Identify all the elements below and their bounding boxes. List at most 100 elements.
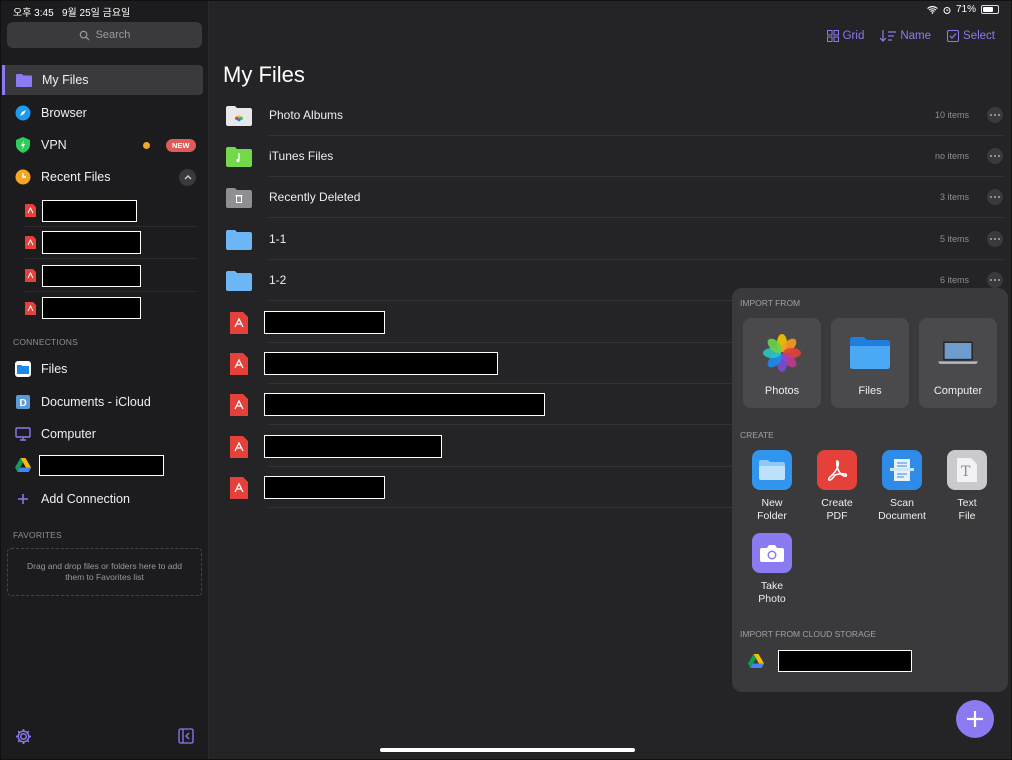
collapse-sidebar-button[interactable] xyxy=(178,728,194,749)
sidebar-item-label: My Files xyxy=(42,73,89,87)
create-header: CREATE xyxy=(740,430,774,440)
files-folder-icon xyxy=(850,337,890,369)
scan-document-button[interactable]: Scan Document xyxy=(870,450,934,523)
import-computer-button[interactable]: Computer xyxy=(919,318,997,408)
status-dot xyxy=(143,141,150,149)
add-connection-button[interactable]: Add Connection xyxy=(1,484,209,514)
camera-icon xyxy=(760,545,784,562)
import-photos-button[interactable]: Photos xyxy=(743,318,821,408)
file-name: Photo Albums xyxy=(269,108,344,122)
item-count: no items xyxy=(934,151,969,161)
file-row-itunes-files[interactable]: iTunes Files no items xyxy=(209,136,1003,177)
redacted-name xyxy=(264,434,442,458)
connections-header: CONNECTIONS xyxy=(13,337,79,347)
redacted-name xyxy=(39,454,164,476)
checkbox-icon xyxy=(947,30,960,42)
sidebar-item-documents-icloud[interactable]: D Documents - iCloud xyxy=(1,387,209,417)
sidebar-item-google-drive[interactable] xyxy=(1,450,209,480)
redacted-name xyxy=(42,199,137,222)
pdf-icon xyxy=(827,460,848,481)
grid-label: Grid xyxy=(842,30,865,42)
status-bar: 오후 3:45 9월 25일 금요일 71% xyxy=(1,1,1011,19)
plus-icon xyxy=(15,491,31,507)
create-label: New Folder xyxy=(757,497,787,522)
import-from-header: IMPORT FROM xyxy=(740,298,801,308)
sidebar-item-label: Add Connection xyxy=(41,492,130,506)
battery-percent: 71% xyxy=(955,4,976,15)
grid-button[interactable]: Grid xyxy=(826,30,865,42)
redacted-name xyxy=(42,264,141,287)
new-badge: NEW xyxy=(166,138,196,152)
sidebar-item-vpn[interactable]: VPN NEW xyxy=(1,130,209,160)
more-options-button[interactable] xyxy=(987,148,1003,164)
pdf-file-icon xyxy=(230,435,248,458)
text-file-button[interactable]: T Text File xyxy=(935,450,999,523)
collapse-button[interactable] xyxy=(179,168,196,186)
home-indicator[interactable] xyxy=(380,748,635,752)
folder-icon xyxy=(226,270,252,291)
file-row-1-1[interactable]: 1-1 5 items xyxy=(209,219,1003,260)
import-files-button[interactable]: Files xyxy=(831,318,909,408)
sidebar-item-recent-files[interactable]: Recent Files xyxy=(1,162,209,192)
recent-file-item[interactable] xyxy=(25,260,197,292)
documents-icon: D xyxy=(15,394,31,410)
redacted-name xyxy=(264,392,545,416)
add-menu-popover: IMPORT FROM Photos Files Computer CREATE… xyxy=(732,288,1008,692)
more-options-button[interactable] xyxy=(987,107,1003,123)
laptop-icon xyxy=(938,341,978,364)
redacted-name xyxy=(42,297,141,319)
google-drive-icon xyxy=(748,654,764,668)
more-options-button[interactable] xyxy=(987,189,1003,205)
trash-folder-icon xyxy=(226,187,252,208)
sidebar-item-my-files[interactable]: My Files xyxy=(2,65,203,95)
page-title: My Files xyxy=(223,62,305,87)
recent-file-item[interactable] xyxy=(25,292,197,324)
new-folder-icon xyxy=(759,460,785,480)
redacted-name xyxy=(264,310,385,334)
sort-label: Name xyxy=(900,30,932,42)
sidebar-item-label: Recent Files xyxy=(41,170,111,184)
new-folder-button[interactable]: New Folder xyxy=(740,450,804,523)
file-row-photo-albums[interactable]: Photo Albums 10 items xyxy=(209,95,1003,136)
redacted-name xyxy=(264,475,385,499)
item-count: 3 items xyxy=(939,192,969,202)
sidebar-item-files[interactable]: Files xyxy=(1,354,209,384)
itunes-folder-icon xyxy=(226,146,252,167)
create-pdf-button[interactable]: Create PDF xyxy=(805,450,869,523)
pdf-file-icon xyxy=(25,301,36,315)
pdf-file-icon xyxy=(25,204,36,217)
add-fab-button[interactable] xyxy=(956,700,994,738)
cloud-storage-item-google-drive[interactable] xyxy=(748,650,912,672)
file-name: iTunes Files xyxy=(269,149,334,163)
clock-icon xyxy=(15,169,31,185)
photos-icon xyxy=(763,334,801,372)
recent-file-item[interactable] xyxy=(25,227,197,259)
select-button[interactable]: Select xyxy=(947,30,995,42)
more-options-button[interactable] xyxy=(987,272,1003,288)
pdf-file-icon xyxy=(230,393,248,416)
file-name: Recently Deleted xyxy=(269,190,361,204)
status-date: 9월 25일 금요일 xyxy=(62,8,131,19)
grid-icon xyxy=(826,30,839,42)
sidebar-item-label: Computer xyxy=(41,427,96,441)
sidebar-item-computer[interactable]: Computer xyxy=(1,419,209,449)
files-app-icon xyxy=(15,361,31,377)
sort-button[interactable]: Name xyxy=(880,30,931,42)
sidebar-item-browser[interactable]: Browser xyxy=(1,98,209,128)
recent-file-item[interactable] xyxy=(25,195,197,227)
wifi-icon xyxy=(927,5,938,14)
file-row-recently-deleted[interactable]: Recently Deleted 3 items xyxy=(209,177,1003,218)
search-field[interactable]: Search xyxy=(7,22,202,48)
take-photo-button[interactable]: Take Photo xyxy=(740,533,804,606)
tile-label: Computer xyxy=(933,385,983,397)
settings-button[interactable] xyxy=(15,728,32,750)
file-name: 1-1 xyxy=(269,232,287,246)
pdf-file-icon xyxy=(230,352,248,375)
pdf-file-icon xyxy=(25,236,36,249)
sidebar-item-label: VPN xyxy=(41,138,67,152)
favorites-drop-zone[interactable]: Drag and drop files or folders here to a… xyxy=(7,548,202,596)
more-options-button[interactable] xyxy=(987,231,1003,247)
file-name: 1-2 xyxy=(269,273,287,287)
favorites-hint: Drag and drop files or folders here to a… xyxy=(27,561,182,582)
gear-icon xyxy=(16,729,31,744)
